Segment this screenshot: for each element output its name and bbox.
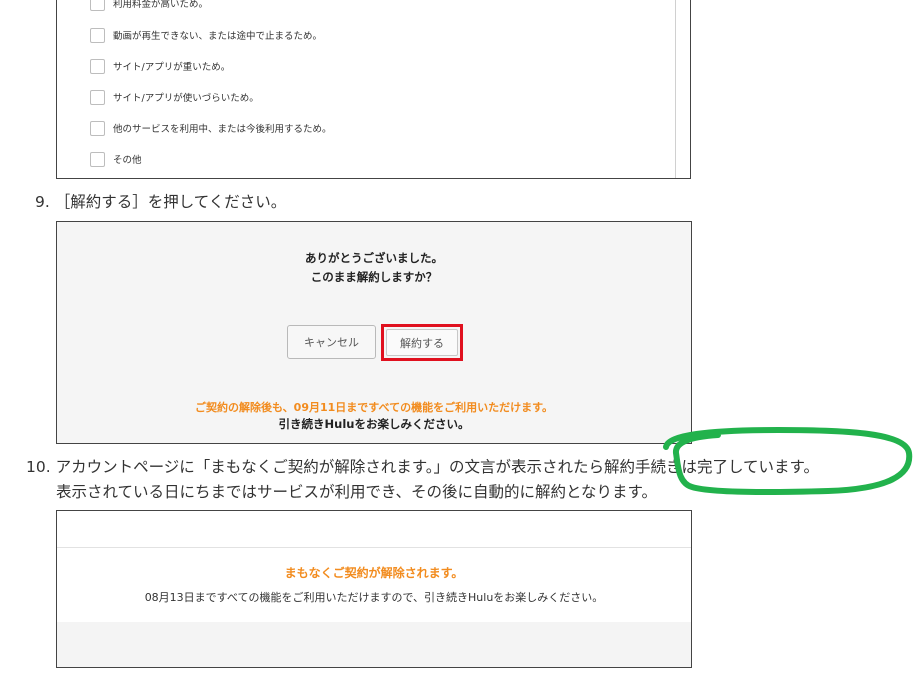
checkbox-icon[interactable] xyxy=(90,0,105,11)
step-text-highlight: 解約手続きは完了しています。 xyxy=(604,458,819,476)
cancellation-pending-title: まもなくご契約が解除されます。 xyxy=(284,566,464,580)
confirm-cancellation-button[interactable]: 解約する xyxy=(386,329,458,356)
checkbox-icon[interactable] xyxy=(90,27,105,43)
survey-option-label: サイト/アプリが重いため。 xyxy=(113,62,231,73)
checkbox-icon[interactable] xyxy=(90,120,105,136)
checkbox-icon[interactable] xyxy=(90,58,105,74)
account-page-panel: まもなくご契約が解除されます。 08月13日まですべての機能をご利用いただけます… xyxy=(56,510,692,668)
scrollbar-track xyxy=(675,0,676,178)
cancel-button[interactable]: キャンセル xyxy=(287,325,376,359)
step-text: アカウントページに「まもなくご契約が解除されます。」の文言が表示されたら xyxy=(55,458,604,476)
divider xyxy=(57,547,691,548)
highlight-box: 解約する xyxy=(381,324,463,361)
survey-option-label: その他 xyxy=(113,155,142,166)
step-9: 9. ［解約する］を押してください。 xyxy=(35,190,286,212)
survey-option[interactable]: サイト/アプリが重いため。 xyxy=(90,57,230,75)
step-number: 9. xyxy=(35,193,50,211)
survey-option[interactable]: 動画が再生できない、または途中で止まるため。 xyxy=(90,26,322,44)
checkbox-icon[interactable] xyxy=(90,89,105,105)
survey-option-label: 他のサービスを利用中、または今後利用するため。 xyxy=(113,124,332,135)
survey-option-label: サイト/アプリが使いづらいため。 xyxy=(113,93,259,104)
survey-option-label: 利用料金が高いため。 xyxy=(113,0,209,10)
thanks-message: ありがとうございました。 xyxy=(305,251,443,265)
step-10: 10. アカウントページに「まもなくご契約が解除されます。」の文言が表示されたら… xyxy=(26,455,819,477)
survey-option-label: 動画が再生できない、または途中で止まるため。 xyxy=(113,31,323,42)
step-10-line2: 表示されている日にちまではサービスが利用でき、その後に自動的に解約となります。 xyxy=(56,483,657,501)
cancel-confirm-dialog: ありがとうございました。 このまま解約しますか？ キャンセル 解約する ご契約の… xyxy=(56,221,692,444)
enjoy-message: 引き続きHuluをお楽しみください。 xyxy=(278,417,470,431)
step-text: ［解約する］を押してください。 xyxy=(54,193,287,211)
service-period-notice: ご契約の解除後も、09月11日まですべての機能をご利用いただけます。 xyxy=(195,401,553,414)
survey-option[interactable]: 他のサービスを利用中、または今後利用するため。 xyxy=(90,119,332,137)
survey-option[interactable]: サイト/アプリが使いづらいため。 xyxy=(90,88,259,106)
confirm-question: このまま解約しますか？ xyxy=(310,270,438,284)
survey-panel: 利用料金が高いため。 動画が再生できない、または途中で止まるため。 サイト/アプ… xyxy=(56,0,691,179)
account-footer xyxy=(57,622,691,667)
step-number: 10. xyxy=(26,458,51,476)
survey-option[interactable]: その他 xyxy=(90,150,142,168)
cancellation-pending-description: 08月13日まですべての機能をご利用いただけますので、引き続きHuluをお楽しみ… xyxy=(144,591,604,604)
checkbox-icon[interactable] xyxy=(90,151,105,167)
survey-option[interactable]: 利用料金が高いため。 xyxy=(90,0,208,12)
